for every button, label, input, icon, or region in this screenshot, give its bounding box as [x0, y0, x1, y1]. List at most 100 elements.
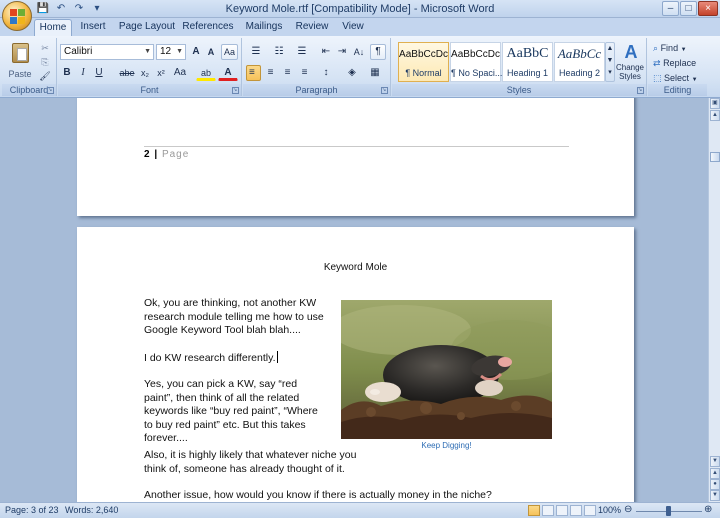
- center-button[interactable]: ≡: [263, 65, 278, 81]
- find-label: Find: [660, 43, 679, 53]
- footer-page-label: Page: [161, 149, 190, 160]
- shading-button[interactable]: ◈: [342, 65, 362, 81]
- font-name-combo[interactable]: Calibri ▼: [60, 44, 154, 60]
- style-normal[interactable]: AaBbCcDc ¶ Normal: [398, 42, 449, 82]
- editing-group-label: Editing: [648, 84, 707, 96]
- style-name: ¶ Normal: [405, 68, 442, 78]
- maximize-button[interactable]: □: [680, 1, 697, 16]
- shrink-font-button[interactable]: A: [204, 44, 218, 60]
- replace-button[interactable]: ⇄ Replace: [652, 55, 704, 71]
- clipboard-launcher-icon[interactable]: ↘: [47, 87, 54, 94]
- copy-icon[interactable]: ⎘: [38, 54, 52, 67]
- zoom-slider-thumb[interactable]: [666, 506, 671, 516]
- grow-font-button[interactable]: A: [189, 44, 203, 60]
- highlight-button[interactable]: ab: [196, 65, 216, 81]
- change-styles-button[interactable]: A Change Styles: [614, 40, 646, 84]
- numbering-button[interactable]: ☷: [269, 44, 289, 60]
- page-2[interactable]: 2 | Page: [77, 98, 634, 216]
- increase-indent-button[interactable]: ⇥: [335, 44, 349, 60]
- paragraph: Ok, you are thinking, not another KW res…: [144, 297, 324, 336]
- find-icon: ⌕: [653, 43, 659, 53]
- tab-view[interactable]: View: [338, 19, 368, 36]
- select-browse-object-icon[interactable]: ●: [710, 479, 720, 490]
- paste-button[interactable]: Paste: [4, 40, 36, 80]
- clipboard-group: Paste ✂ ⎘ 🖌 Clipboard ↘: [2, 38, 57, 96]
- tab-home[interactable]: Home: [34, 19, 72, 36]
- bullets-button[interactable]: ☰: [246, 44, 266, 60]
- chevron-down-icon: ▼: [691, 77, 698, 83]
- borders-button[interactable]: ▦: [365, 65, 385, 81]
- scrollbar-thumb[interactable]: [710, 152, 720, 162]
- styles-launcher-icon[interactable]: ↘: [637, 87, 644, 94]
- paragraph: Yes, you can pick a KW, say “red paint”,…: [144, 378, 318, 444]
- paragraph-text: I do KW research differently.: [144, 352, 276, 364]
- change-case-button[interactable]: Aa: [170, 65, 190, 81]
- draft-view-icon[interactable]: [584, 505, 596, 516]
- print-layout-view-icon[interactable]: [528, 505, 540, 516]
- style-heading-1[interactable]: AaBbC Heading 1: [502, 42, 553, 82]
- chevron-down-icon: ▼: [680, 47, 687, 53]
- sort-button[interactable]: A↓: [351, 44, 367, 60]
- page-3[interactable]: Keyword Mole Ok, you are thinking, not a…: [77, 227, 634, 502]
- close-button[interactable]: ×: [698, 1, 718, 16]
- zoom-level[interactable]: 100%: [598, 505, 621, 515]
- clear-formatting-button[interactable]: Aa: [221, 44, 238, 60]
- style-no-spacing[interactable]: AaBbCcDc ¶ No Spaci...: [450, 42, 502, 82]
- window-title: Keyword Mole.rtf [Compatibility Mode] - …: [225, 3, 495, 15]
- font-launcher-icon[interactable]: ↘: [232, 87, 239, 94]
- align-left-button[interactable]: ≡: [246, 65, 261, 81]
- multilevel-list-button[interactable]: ☰: [292, 44, 312, 60]
- outline-view-icon[interactable]: [570, 505, 582, 516]
- minimize-button[interactable]: –: [662, 1, 679, 16]
- font-color-button[interactable]: A: [218, 65, 238, 81]
- superscript-button[interactable]: x²: [154, 65, 168, 81]
- office-button[interactable]: [2, 1, 32, 31]
- paragraph-with-cursor: I do KW research differently.: [144, 351, 334, 366]
- show-formatting-marks-button[interactable]: ¶: [370, 44, 386, 60]
- ruler-toggle-icon[interactable]: ▣: [710, 98, 720, 109]
- select-label: Select: [664, 73, 690, 83]
- document-title: Keyword Mole: [323, 262, 388, 273]
- zoom-out-icon[interactable]: ⊖: [624, 504, 632, 515]
- scroll-up-icon[interactable]: ▲: [710, 110, 720, 121]
- decrease-indent-button[interactable]: ⇤: [319, 44, 333, 60]
- paragraph-launcher-icon[interactable]: ↘: [381, 87, 388, 94]
- tab-references[interactable]: References: [182, 19, 234, 36]
- bold-button[interactable]: B: [60, 65, 74, 81]
- format-painter-icon[interactable]: 🖌: [38, 68, 52, 81]
- align-right-button[interactable]: ≡: [280, 65, 295, 81]
- italic-button[interactable]: I: [76, 65, 90, 81]
- scroll-down-icon[interactable]: ▼: [710, 456, 720, 467]
- mole-image[interactable]: [341, 300, 552, 439]
- page-count[interactable]: Page: 3 of 23: [5, 505, 59, 515]
- web-layout-view-icon[interactable]: [556, 505, 568, 516]
- underline-button[interactable]: U: [92, 65, 106, 81]
- paragraph-group: ☰ ☷ ☰ ⇤ ⇥ A↓ ¶ ≡ ≡ ≡ ≡ ↕ ◈ ▦ Paragraph ↘: [243, 38, 391, 96]
- subscript-button[interactable]: x₂: [138, 65, 152, 81]
- full-screen-reading-view-icon[interactable]: [542, 505, 554, 516]
- font-size-combo[interactable]: 12 ▼: [156, 44, 186, 60]
- line-spacing-button[interactable]: ↕: [316, 65, 336, 81]
- paragraph: Another issue, how would you know if the…: [144, 489, 492, 501]
- tab-insert[interactable]: Insert: [76, 19, 110, 36]
- vertical-scrollbar[interactable]: ▣ ▲ ▼ ▲ ● ▼: [708, 98, 720, 502]
- cut-icon[interactable]: ✂: [38, 40, 52, 53]
- style-name: Heading 2: [558, 68, 601, 78]
- strikethrough-button[interactable]: abe: [118, 65, 136, 81]
- justify-button[interactable]: ≡: [297, 65, 312, 81]
- editing-group: ⌕ Find ▼ ⇄ Replace ⬚ Select ▼ Editing: [648, 38, 707, 96]
- style-sample: AaBbC: [506, 46, 549, 61]
- chevron-down-icon: ▼: [176, 48, 183, 55]
- find-button[interactable]: ⌕ Find ▼: [652, 40, 704, 56]
- status-bar: Page: 3 of 23 Words: 2,640 100% ⊖ ⊕: [0, 502, 720, 518]
- word-count[interactable]: Words: 2,640: [65, 505, 118, 515]
- tab-review[interactable]: Review: [294, 19, 330, 36]
- zoom-in-icon[interactable]: ⊕: [704, 504, 712, 515]
- style-heading-2[interactable]: AaBbCc Heading 2: [554, 42, 605, 82]
- replace-label: Replace: [663, 58, 697, 68]
- tab-page-layout[interactable]: Page Layout: [118, 19, 176, 36]
- next-page-icon[interactable]: ▼: [710, 490, 720, 501]
- document-area[interactable]: 2 | Page Keyword Mole Ok, you are thinki…: [0, 98, 708, 502]
- previous-page-icon[interactable]: ▲: [710, 468, 720, 479]
- tab-mailings[interactable]: Mailings: [242, 19, 286, 36]
